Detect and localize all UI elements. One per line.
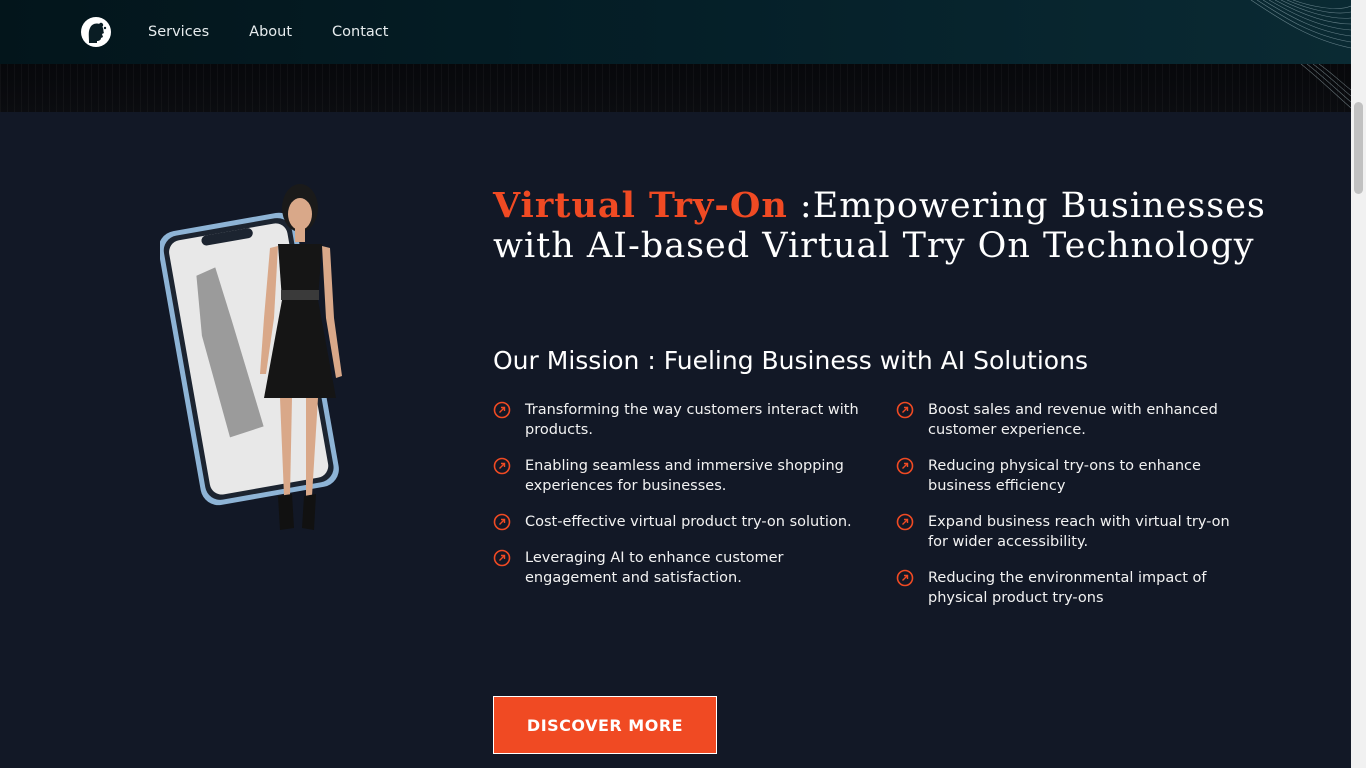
arrow-up-right-circle-icon bbox=[493, 457, 511, 475]
mission-points-right: Boost sales and revenue with enhanced cu… bbox=[896, 400, 1241, 624]
list-item-text: Transforming the way customers interact … bbox=[525, 402, 859, 438]
page-title: Virtual Try-On :Empowering Businesses wi… bbox=[493, 185, 1333, 267]
list-item-text: Enabling seamless and immersive shopping… bbox=[525, 458, 844, 494]
header-banner-strip bbox=[0, 64, 1351, 112]
list-item-text: Expand business reach with virtual try-o… bbox=[928, 514, 1230, 550]
list-item: Enabling seamless and immersive shopping… bbox=[493, 456, 878, 496]
arrow-up-right-circle-icon bbox=[896, 569, 914, 587]
nav-about-link[interactable]: About bbox=[249, 24, 292, 40]
list-item: Transforming the way customers interact … bbox=[493, 400, 878, 440]
list-item-text: Boost sales and revenue with enhanced cu… bbox=[928, 402, 1218, 438]
list-item-text: Reducing the environmental impact of phy… bbox=[928, 570, 1207, 606]
arrow-up-right-circle-icon bbox=[493, 513, 511, 531]
arrow-up-right-circle-icon bbox=[493, 401, 511, 419]
list-item-text: Leveraging AI to enhance customer engage… bbox=[525, 550, 784, 586]
list-item: Leveraging AI to enhance customer engage… bbox=[493, 548, 878, 588]
mission-points-left: Transforming the way customers interact … bbox=[493, 400, 878, 604]
list-item: Reducing physical try-ons to enhance bus… bbox=[896, 456, 1241, 496]
mission-heading: Our Mission : Fueling Business with AI S… bbox=[493, 346, 1088, 375]
site-header: Services About Contact bbox=[0, 0, 1351, 64]
arrow-up-right-circle-icon bbox=[896, 401, 914, 419]
list-item: Cost-effective virtual product try-on so… bbox=[493, 512, 878, 532]
decorative-lines-icon bbox=[1250, 0, 1351, 49]
virtual-try-on-illustration bbox=[160, 184, 342, 530]
page-scrollbar[interactable] bbox=[1351, 0, 1366, 768]
arrow-up-right-circle-icon bbox=[896, 457, 914, 475]
discover-more-button[interactable]: DISCOVER MORE bbox=[493, 696, 717, 754]
scrollbar-thumb[interactable] bbox=[1354, 102, 1363, 194]
title-accent: Virtual Try-On bbox=[493, 185, 788, 226]
nav-contact-link[interactable]: Contact bbox=[332, 24, 388, 40]
list-item: Boost sales and revenue with enhanced cu… bbox=[896, 400, 1241, 440]
list-item: Reducing the environmental impact of phy… bbox=[896, 568, 1241, 608]
arrow-up-right-circle-icon bbox=[493, 549, 511, 567]
list-item-text: Reducing physical try-ons to enhance bus… bbox=[928, 458, 1201, 494]
arrow-up-right-circle-icon bbox=[896, 513, 914, 531]
list-item: Expand business reach with virtual try-o… bbox=[896, 512, 1241, 552]
decorative-lines-icon bbox=[1300, 64, 1351, 109]
nav-services-link[interactable]: Services bbox=[148, 24, 209, 40]
list-item-text: Cost-effective virtual product try-on so… bbox=[525, 514, 852, 530]
main-nav: Services About Contact bbox=[148, 0, 428, 64]
head-logo-icon[interactable] bbox=[80, 16, 112, 48]
